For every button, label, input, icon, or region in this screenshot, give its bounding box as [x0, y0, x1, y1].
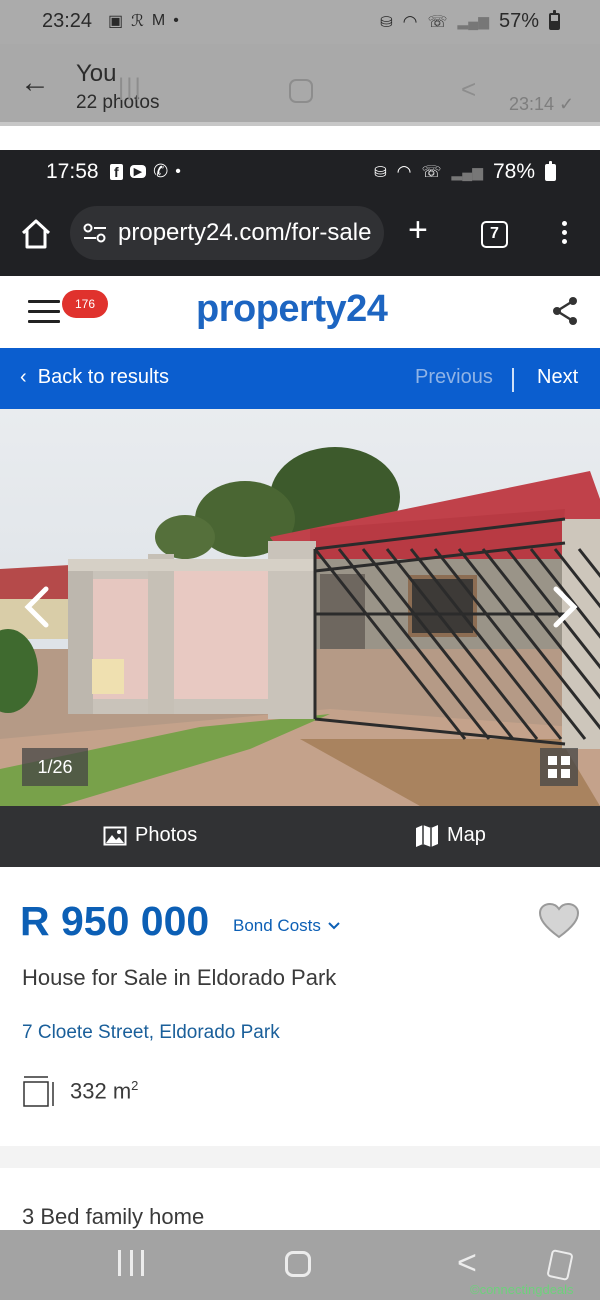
inner-clock: 17:58	[46, 160, 99, 183]
gmail-icon: M	[151, 12, 166, 29]
ghost-recents-icon: |||	[118, 74, 143, 101]
ghost-back-icon: <	[461, 74, 477, 104]
battery-level: 57%	[498, 10, 539, 32]
floor-size-icon	[23, 1076, 54, 1107]
new-tab-icon[interactable]: +	[408, 210, 428, 250]
signal-icon: ▂▄▆	[451, 163, 483, 180]
menu-icon[interactable]	[554, 218, 574, 252]
home-button-icon[interactable]	[285, 1251, 311, 1277]
wifi-calling-icon: ☏	[421, 164, 442, 181]
bond-costs-dropdown[interactable]: Bond Costs	[233, 916, 341, 936]
watermark: ©connectingdeals	[470, 1282, 574, 1297]
dot-icon: •	[175, 162, 181, 180]
battery-icon	[545, 160, 556, 181]
listing-title: House for Sale in Eldorado Park	[22, 965, 337, 990]
chat-title: You	[76, 60, 117, 87]
url-text: property24.com/for-sale	[118, 219, 372, 246]
home-icon[interactable]	[18, 216, 54, 252]
next-link[interactable]: Next	[537, 366, 578, 389]
previous-photo-arrow-icon[interactable]	[18, 585, 58, 629]
house-photo-image	[0, 409, 600, 806]
back-arrow-icon[interactable]: ←	[20, 68, 50, 98]
notification-badge: 176	[62, 290, 108, 318]
whatsapp-icon: ✆	[153, 161, 169, 181]
description-heading: 3 Bed family home	[22, 1204, 205, 1229]
battery-saver-icon: ⛁	[380, 13, 393, 31]
site-logo[interactable]: property24	[196, 288, 388, 331]
outer-status-bar: 23:24 ▣ ℛ M • ⛁ ◠ ☏ ▂▄▆ 57%	[0, 0, 600, 44]
favourite-heart-icon[interactable]	[538, 902, 580, 940]
battery-level: 78%	[492, 160, 535, 183]
listing-photo[interactable]: 1/26	[0, 409, 600, 806]
facebook-icon: f	[110, 163, 123, 180]
hamburger-menu-icon[interactable]	[28, 300, 60, 324]
battery-saver-icon: ⛁	[374, 164, 387, 181]
dot-icon: •	[173, 12, 179, 29]
wifi-calling-icon: ☏	[427, 13, 448, 31]
nav-divider	[512, 368, 514, 392]
outer-clock: 23:24	[42, 10, 93, 32]
listing-address-link[interactable]: 7 Cloete Street, Eldorado Park	[22, 1022, 280, 1044]
battery-icon	[549, 10, 560, 30]
grid-view-icon[interactable]	[540, 748, 578, 786]
image-icon	[103, 826, 127, 845]
tab-switcher-button[interactable]: 7	[481, 221, 508, 248]
previous-link[interactable]: Previous	[415, 366, 493, 389]
app-notification-icon: ℛ	[131, 13, 144, 30]
wifi-icon: ◠	[396, 162, 412, 181]
inner-status-bar: 17:58 f ▶ ✆ • ⛁ ◠ ☏ ▂▄▆ 78%	[0, 150, 600, 194]
map-icon	[416, 824, 438, 847]
rotate-screen-icon[interactable]	[546, 1249, 574, 1281]
floor-size: 332 m2	[70, 1078, 139, 1104]
photos-tab[interactable]: Photos	[103, 824, 197, 847]
separator	[0, 126, 600, 150]
gallery-notification-icon: ▣	[108, 13, 124, 30]
signal-icon: ▂▄▆	[457, 13, 489, 29]
listing-price: R 950 000	[20, 898, 210, 944]
share-icon[interactable]	[551, 296, 579, 326]
recents-icon[interactable]	[118, 1250, 144, 1278]
site-settings-icon[interactable]	[82, 222, 108, 244]
message-timestamp: 23:14 ✓	[509, 94, 575, 114]
youtube-icon: ▶	[129, 165, 147, 178]
result-navigation-bar: ‹ Back to results Previous Next	[0, 348, 600, 409]
wifi-icon: ◠	[402, 11, 418, 31]
back-to-results-link[interactable]: ‹ Back to results	[20, 366, 169, 389]
next-photo-arrow-icon[interactable]	[544, 585, 584, 629]
map-tab[interactable]: Map	[415, 824, 486, 847]
chevron-down-icon	[328, 922, 340, 930]
section-divider	[0, 1146, 600, 1168]
address-bar[interactable]: property24.com/for-sale	[70, 206, 384, 260]
browser-toolbar: property24.com/for-sale + 7	[0, 194, 600, 276]
back-icon[interactable]: <	[457, 1246, 477, 1280]
gallery-header: ← You 22 photos ||| < 23:14 ✓	[0, 44, 600, 126]
ghost-home-icon	[289, 79, 313, 103]
photo-counter: 1/26	[22, 748, 88, 786]
site-header: 176 property24	[0, 276, 600, 348]
media-tab-bar: Photos Map	[0, 806, 600, 867]
